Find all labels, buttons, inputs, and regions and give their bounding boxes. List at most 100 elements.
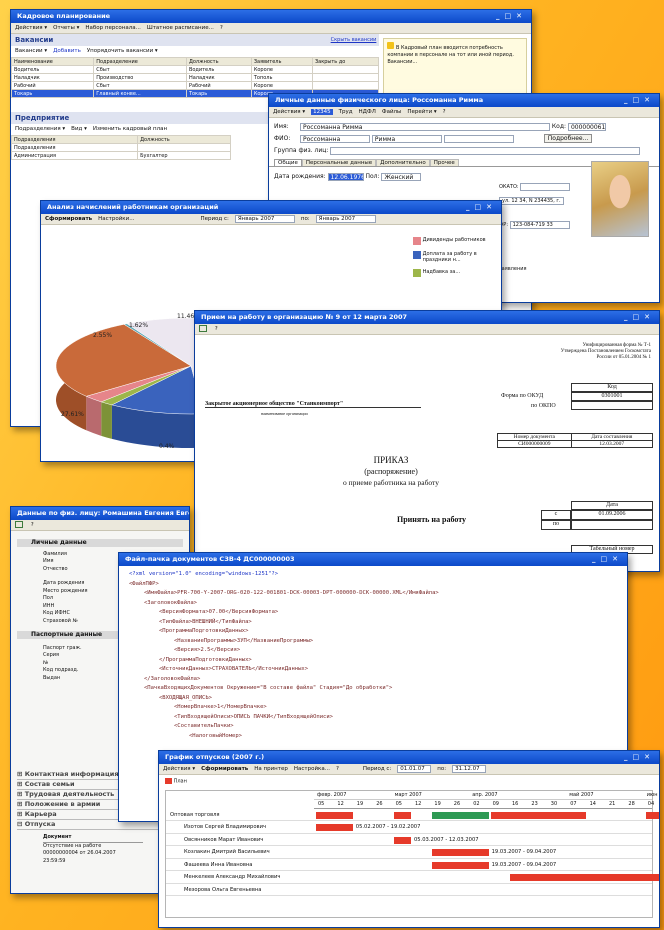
table-icon[interactable] — [199, 325, 207, 332]
window-controls[interactable]: _□✕ — [592, 553, 623, 566]
help-button[interactable]: ? — [443, 109, 446, 115]
xml-viewer[interactable]: <?xml version="1.0" encoding="windows-12… — [119, 566, 627, 745]
firstname-field[interactable]: Римма — [371, 134, 442, 143]
window-controls[interactable]: _□✕ — [466, 201, 497, 214]
hide-vacancies-link[interactable]: Скрыть вакансии — [331, 34, 377, 46]
help-button[interactable]: ? — [336, 766, 339, 772]
label: Имя: — [274, 123, 289, 130]
xml-line: <ТипФайла>ВНЕШНИЙ</ТипФайла> — [159, 618, 252, 625]
col-dept[interactable]: Подразделение — [93, 57, 187, 66]
employee-row[interactable]: Мезорова Ольга Евгеньевна — [166, 884, 652, 896]
month-header: февр. 2007 март 2007 апр. 2007 май 2007 июн — [314, 791, 658, 800]
col-position[interactable]: Должность — [137, 135, 231, 144]
col-applicant[interactable]: Заявитель — [250, 57, 313, 66]
month-label: май 2007 — [569, 791, 594, 798]
sex-field[interactable]: Женский — [381, 172, 422, 181]
generate-button[interactable]: Сформировать — [45, 216, 92, 222]
settings-button[interactable]: Настройки... — [98, 216, 134, 222]
menu-help[interactable]: ? — [220, 25, 223, 31]
col-position[interactable]: Должность — [185, 57, 252, 66]
help-button[interactable]: ? — [31, 522, 34, 528]
group-field[interactable] — [330, 146, 641, 155]
birth-field[interactable]: 12.06.1976 — [327, 172, 364, 181]
col-departments[interactable]: Подразделения — [11, 135, 139, 144]
xml-line: <ВХОДЯЩАЯ_ОПИСЬ> — [159, 694, 212, 701]
window-controls[interactable]: _□✕ — [624, 751, 655, 764]
legend-label: Надбавка за... — [422, 269, 461, 275]
generate-button[interactable]: Сформировать — [201, 766, 248, 772]
window-title: График отпусков (2007 г.) — [165, 753, 265, 761]
employee-row[interactable]: Козлакин Дмитрий Васильевич 19.03.2007 - … — [166, 846, 652, 859]
print-button[interactable]: На принтер — [254, 766, 288, 772]
tree-row[interactable]: Администрация Бухгалтер — [11, 151, 231, 160]
col-close[interactable]: Закрыть до — [311, 57, 380, 66]
surname-field[interactable]: Россоманна — [300, 134, 370, 143]
vacation-bar[interactable] — [393, 811, 411, 819]
work-button[interactable]: Труд — [339, 109, 353, 115]
phone-field[interactable]: 123-084-719 33 — [509, 220, 570, 229]
window-controls[interactable]: _□✕ — [624, 94, 655, 107]
ndfl-button[interactable]: НДФЛ — [359, 109, 376, 115]
section-personal[interactable]: Личные данные — [17, 539, 183, 547]
actions-menu[interactable]: Действия ▾ — [273, 109, 305, 115]
settings-button[interactable]: Настройка... — [294, 766, 330, 772]
numbers-button[interactable]: 12345 — [311, 109, 333, 115]
table-row[interactable]: Рабочий Сбыт Рабочий Короле — [11, 81, 380, 90]
employee-row[interactable]: Овсянников Марат Иванович 05.03.2007 - 12… — [166, 834, 652, 846]
vacation-bar[interactable] — [432, 811, 489, 819]
menu-reports[interactable]: Отчеты ▾ — [53, 25, 79, 31]
vacation-bar[interactable] — [510, 874, 659, 881]
cell: Наладчик — [185, 73, 252, 82]
name-field[interactable]: Россоманна Римма — [300, 122, 550, 131]
vacation-bar[interactable] — [490, 811, 586, 819]
window-vacation-schedule: График отпусков (2007 г.) _□✕ Действия ▾ С… — [158, 750, 660, 928]
tree-row[interactable]: Подразделения — [11, 143, 231, 152]
menu-schedule[interactable]: Штатное расписание... — [147, 25, 214, 31]
gantt: февр. 2007 март 2007 апр. 2007 май 2007 июн … — [165, 789, 659, 918]
goto-menu[interactable]: Перейти ▾ — [407, 109, 436, 115]
employee-row[interactable]: Менкелеев Александр Михайлович16.04.2007… — [166, 871, 659, 884]
add-button[interactable]: Добавить — [53, 48, 81, 54]
xml-line: <ВерсияФормата>07.00</ВерсияФормата> — [159, 609, 279, 615]
table-row[interactable]: Водитель Сбыт Водитель Короле — [11, 65, 380, 74]
period-from[interactable]: 01.01.07 — [397, 764, 432, 773]
tab-general[interactable]: Общие — [274, 159, 302, 166]
group-row[interactable]: Оптовая торговля — [166, 809, 659, 821]
col-name[interactable]: Наименование — [11, 57, 95, 66]
window-controls[interactable]: _□✕ — [624, 311, 655, 324]
menu-actions[interactable]: Действия ▾ — [15, 25, 47, 31]
actions-menu[interactable]: Действия ▾ — [163, 766, 195, 772]
period-to[interactable]: Январь 2007 — [315, 214, 376, 223]
vacation-bar[interactable] — [432, 861, 489, 869]
vacation-bar[interactable] — [393, 836, 411, 844]
address-field[interactable]: ул. 12 34, N 234435, г. — [499, 197, 564, 205]
edit-plan-button[interactable]: Изменить кадровый план — [93, 126, 167, 132]
period-from[interactable]: Январь 2007 — [234, 214, 295, 223]
employee-row[interactable]: Фашеева Инна Ивановна 19.03.2007 - 09.04.… — [166, 859, 652, 871]
vacation-bar[interactable] — [432, 849, 489, 856]
cell: Дата составления — [570, 433, 654, 441]
vacation-bar[interactable] — [645, 811, 659, 819]
group-label: Положение в армии — [24, 800, 101, 808]
xml-line: <ФайлПФР> — [129, 580, 159, 587]
vacation-bar[interactable] — [316, 824, 353, 831]
menu-recruit[interactable]: Набор персонала... — [85, 25, 140, 31]
patronymic-field[interactable] — [443, 134, 514, 143]
legend-label: Дивиденды работников — [422, 237, 486, 243]
code-field[interactable]: 000000061 — [567, 122, 606, 131]
employee-row[interactable]: Изотов Сергей Владимирович 05.02.2007 - 1… — [166, 821, 652, 834]
window-controls[interactable]: _□✕ — [496, 10, 527, 23]
vacation-bar[interactable] — [316, 811, 353, 819]
table-icon[interactable] — [15, 521, 23, 528]
employee-name: Козлакин Дмитрий Васильевич — [184, 849, 270, 855]
table-row[interactable]: Наладчик Производство Наладчик Тополь — [11, 73, 380, 82]
help-button[interactable]: ? — [215, 326, 218, 332]
vacancies-menu[interactable]: Вакансии ▾ — [15, 48, 47, 54]
period-to[interactable]: 31.12.07 — [452, 764, 487, 773]
files-button[interactable]: Файлы — [382, 109, 402, 115]
departments-menu[interactable]: Подразделения ▾ — [15, 126, 65, 132]
sort-button[interactable]: Упорядочить вакансии ▾ — [87, 48, 158, 54]
view-menu[interactable]: Вид ▾ — [71, 126, 87, 132]
more-button[interactable]: Подробнее... — [543, 134, 593, 143]
okato-field[interactable] — [520, 182, 571, 191]
